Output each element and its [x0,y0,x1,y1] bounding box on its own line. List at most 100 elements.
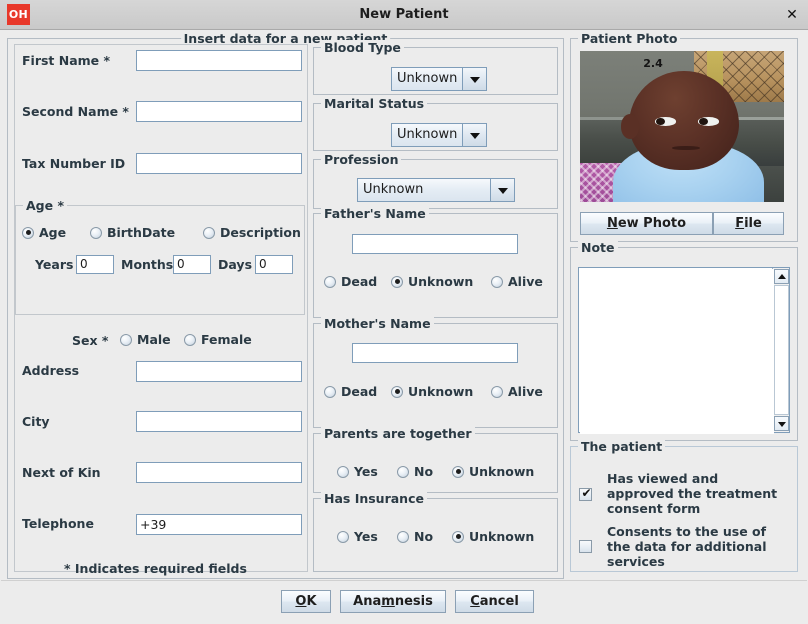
telephone-input[interactable] [136,514,302,535]
father-radio-dead[interactable]: Dead [324,274,377,289]
required-fields-note: * Indicates required fields [64,561,247,576]
anamnesis-button-label-a: Ana [353,594,382,609]
file-button-mnemonic: F [735,216,745,231]
father-name-input[interactable] [352,234,518,254]
age-radio-birthdate[interactable]: BirthDate [90,225,175,240]
parents-radio-unknown[interactable]: Unknown [452,464,534,479]
radio-dot-icon [337,465,349,478]
chevron-down-icon[interactable] [463,123,487,147]
window-title: New Patient [359,7,449,22]
age-radio-description[interactable]: Description [203,225,301,240]
radio-dot-icon [22,226,34,239]
mother-radio-dead[interactable]: Dead [324,384,377,399]
mother-radio-dead-label: Dead [341,384,378,399]
city-label: City [22,414,50,429]
chevron-down-icon[interactable] [491,178,515,202]
first-name-input[interactable] [136,50,302,71]
scroll-down-icon[interactable] [774,416,789,431]
note-input[interactable] [580,269,774,434]
mother-radio-unknown[interactable]: Unknown [391,384,473,399]
new-photo-button[interactable]: New Photo [580,212,713,235]
anamnesis-button[interactable]: Ana m nesis [340,590,446,613]
radio-dot-icon [184,333,196,346]
cancel-button-label: ancel [479,594,519,609]
radio-dot-icon [397,530,409,543]
age-radio-age[interactable]: Age [22,225,66,240]
mother-name-input[interactable] [352,343,518,363]
parents-radio-no-label: No [414,464,434,479]
scroll-up-icon[interactable] [774,269,789,284]
days-label: Days [218,257,253,272]
file-button-label: ile [744,216,762,231]
note-panel-title: Note [578,240,618,255]
insurance-radio-yes-label: Yes [354,529,378,544]
close-icon[interactable]: ✕ [784,7,800,23]
father-name-panel: Father's Name [313,206,558,318]
radio-dot-icon [203,226,215,239]
parents-radio-no[interactable]: No [397,464,433,479]
parents-radio-yes[interactable]: Yes [337,464,378,479]
years-label: Years [35,257,74,272]
profession-select[interactable]: Unknown [357,178,515,202]
new-patient-window: OH New Patient ✕ Insert data for a new p… [0,0,808,624]
title-bar: OH New Patient ✕ [0,0,808,30]
mother-radio-alive-label: Alive [508,384,543,399]
data-use-checkbox[interactable] [579,540,592,553]
insurance-radio-no-label: No [414,529,434,544]
anamnesis-button-mnemonic: m [381,594,395,609]
new-photo-button-mnemonic: N [606,216,618,231]
marital-status-title: Marital Status [321,96,428,111]
data-use-label: Consents to the use of the data for addi… [607,524,767,569]
city-input[interactable] [136,411,302,432]
marital-status-select[interactable]: Unknown [391,123,487,147]
insurance-radio-yes[interactable]: Yes [337,529,378,544]
marital-status-value: Unknown [391,123,463,147]
mother-radio-alive[interactable]: Alive [491,384,543,399]
father-radio-unknown[interactable]: Unknown [391,274,473,289]
ok-button[interactable]: OK [281,590,331,613]
tax-number-input[interactable] [136,153,302,174]
radio-dot-icon [324,385,336,398]
radio-dot-icon [491,385,503,398]
note-scrollbar[interactable] [772,268,789,432]
parents-radio-unknown-label: Unknown [469,464,535,479]
file-button[interactable]: File [713,212,784,235]
father-name-title: Father's Name [321,206,429,221]
months-input[interactable] [173,255,211,274]
sex-radio-male[interactable]: Male [120,332,171,347]
radio-dot-icon [397,465,409,478]
cancel-button-mnemonic: C [470,594,480,609]
sex-radio-male-label: Male [137,332,171,347]
insurance-radio-no[interactable]: No [397,529,433,544]
chevron-down-icon[interactable] [463,67,487,91]
second-name-label: Second Name * [22,104,129,119]
radio-dot-icon [391,275,403,288]
address-input[interactable] [136,361,302,382]
father-radio-alive[interactable]: Alive [491,274,543,289]
new-photo-button-label: ew Photo [617,216,687,231]
next-of-kin-label: Next of Kin [22,465,101,480]
mother-radio-unknown-label: Unknown [408,384,474,399]
blood-type-select[interactable]: Unknown [391,67,487,91]
patient-photo-title: Patient Photo [578,31,681,46]
next-of-kin-input[interactable] [136,462,302,483]
mother-name-panel: Mother's Name [313,316,558,428]
years-input[interactable] [76,255,114,274]
sex-radio-female-label: Female [201,332,252,347]
cancel-button[interactable]: Cancel [455,590,534,613]
profession-value: Unknown [357,178,491,202]
scrollbar-track[interactable] [774,285,789,415]
father-radio-unknown-label: Unknown [408,274,474,289]
insurance-radio-unknown[interactable]: Unknown [452,529,534,544]
consent-form-checkbox[interactable] [579,486,593,501]
parents-together-panel: Parents are together [313,426,558,493]
age-radio-birthdate-label: BirthDate [107,225,176,240]
photo-overlay-number: 2.4 [643,57,663,71]
days-input[interactable] [255,255,293,274]
months-label: Months [121,257,174,272]
anamnesis-button-label-b: nesis [394,594,433,609]
age-radio-age-label: Age [39,225,67,240]
sex-radio-female[interactable]: Female [184,332,252,347]
second-name-input[interactable] [136,101,302,122]
first-name-label: First Name * [22,53,111,68]
